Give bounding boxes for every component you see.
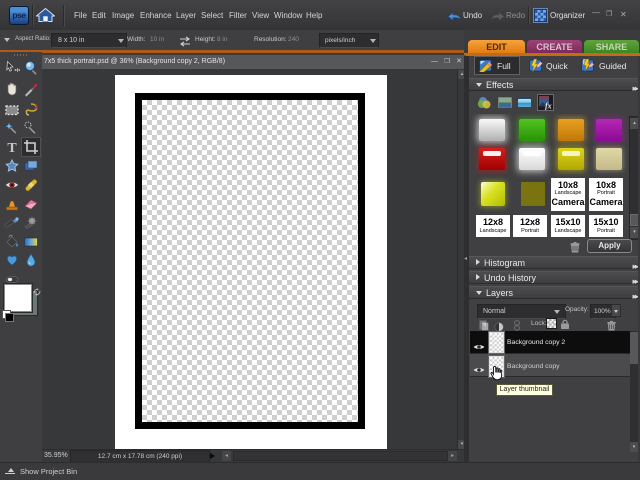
svg-text:fx: fx bbox=[545, 102, 552, 111]
svg-text:T: T bbox=[7, 141, 17, 155]
